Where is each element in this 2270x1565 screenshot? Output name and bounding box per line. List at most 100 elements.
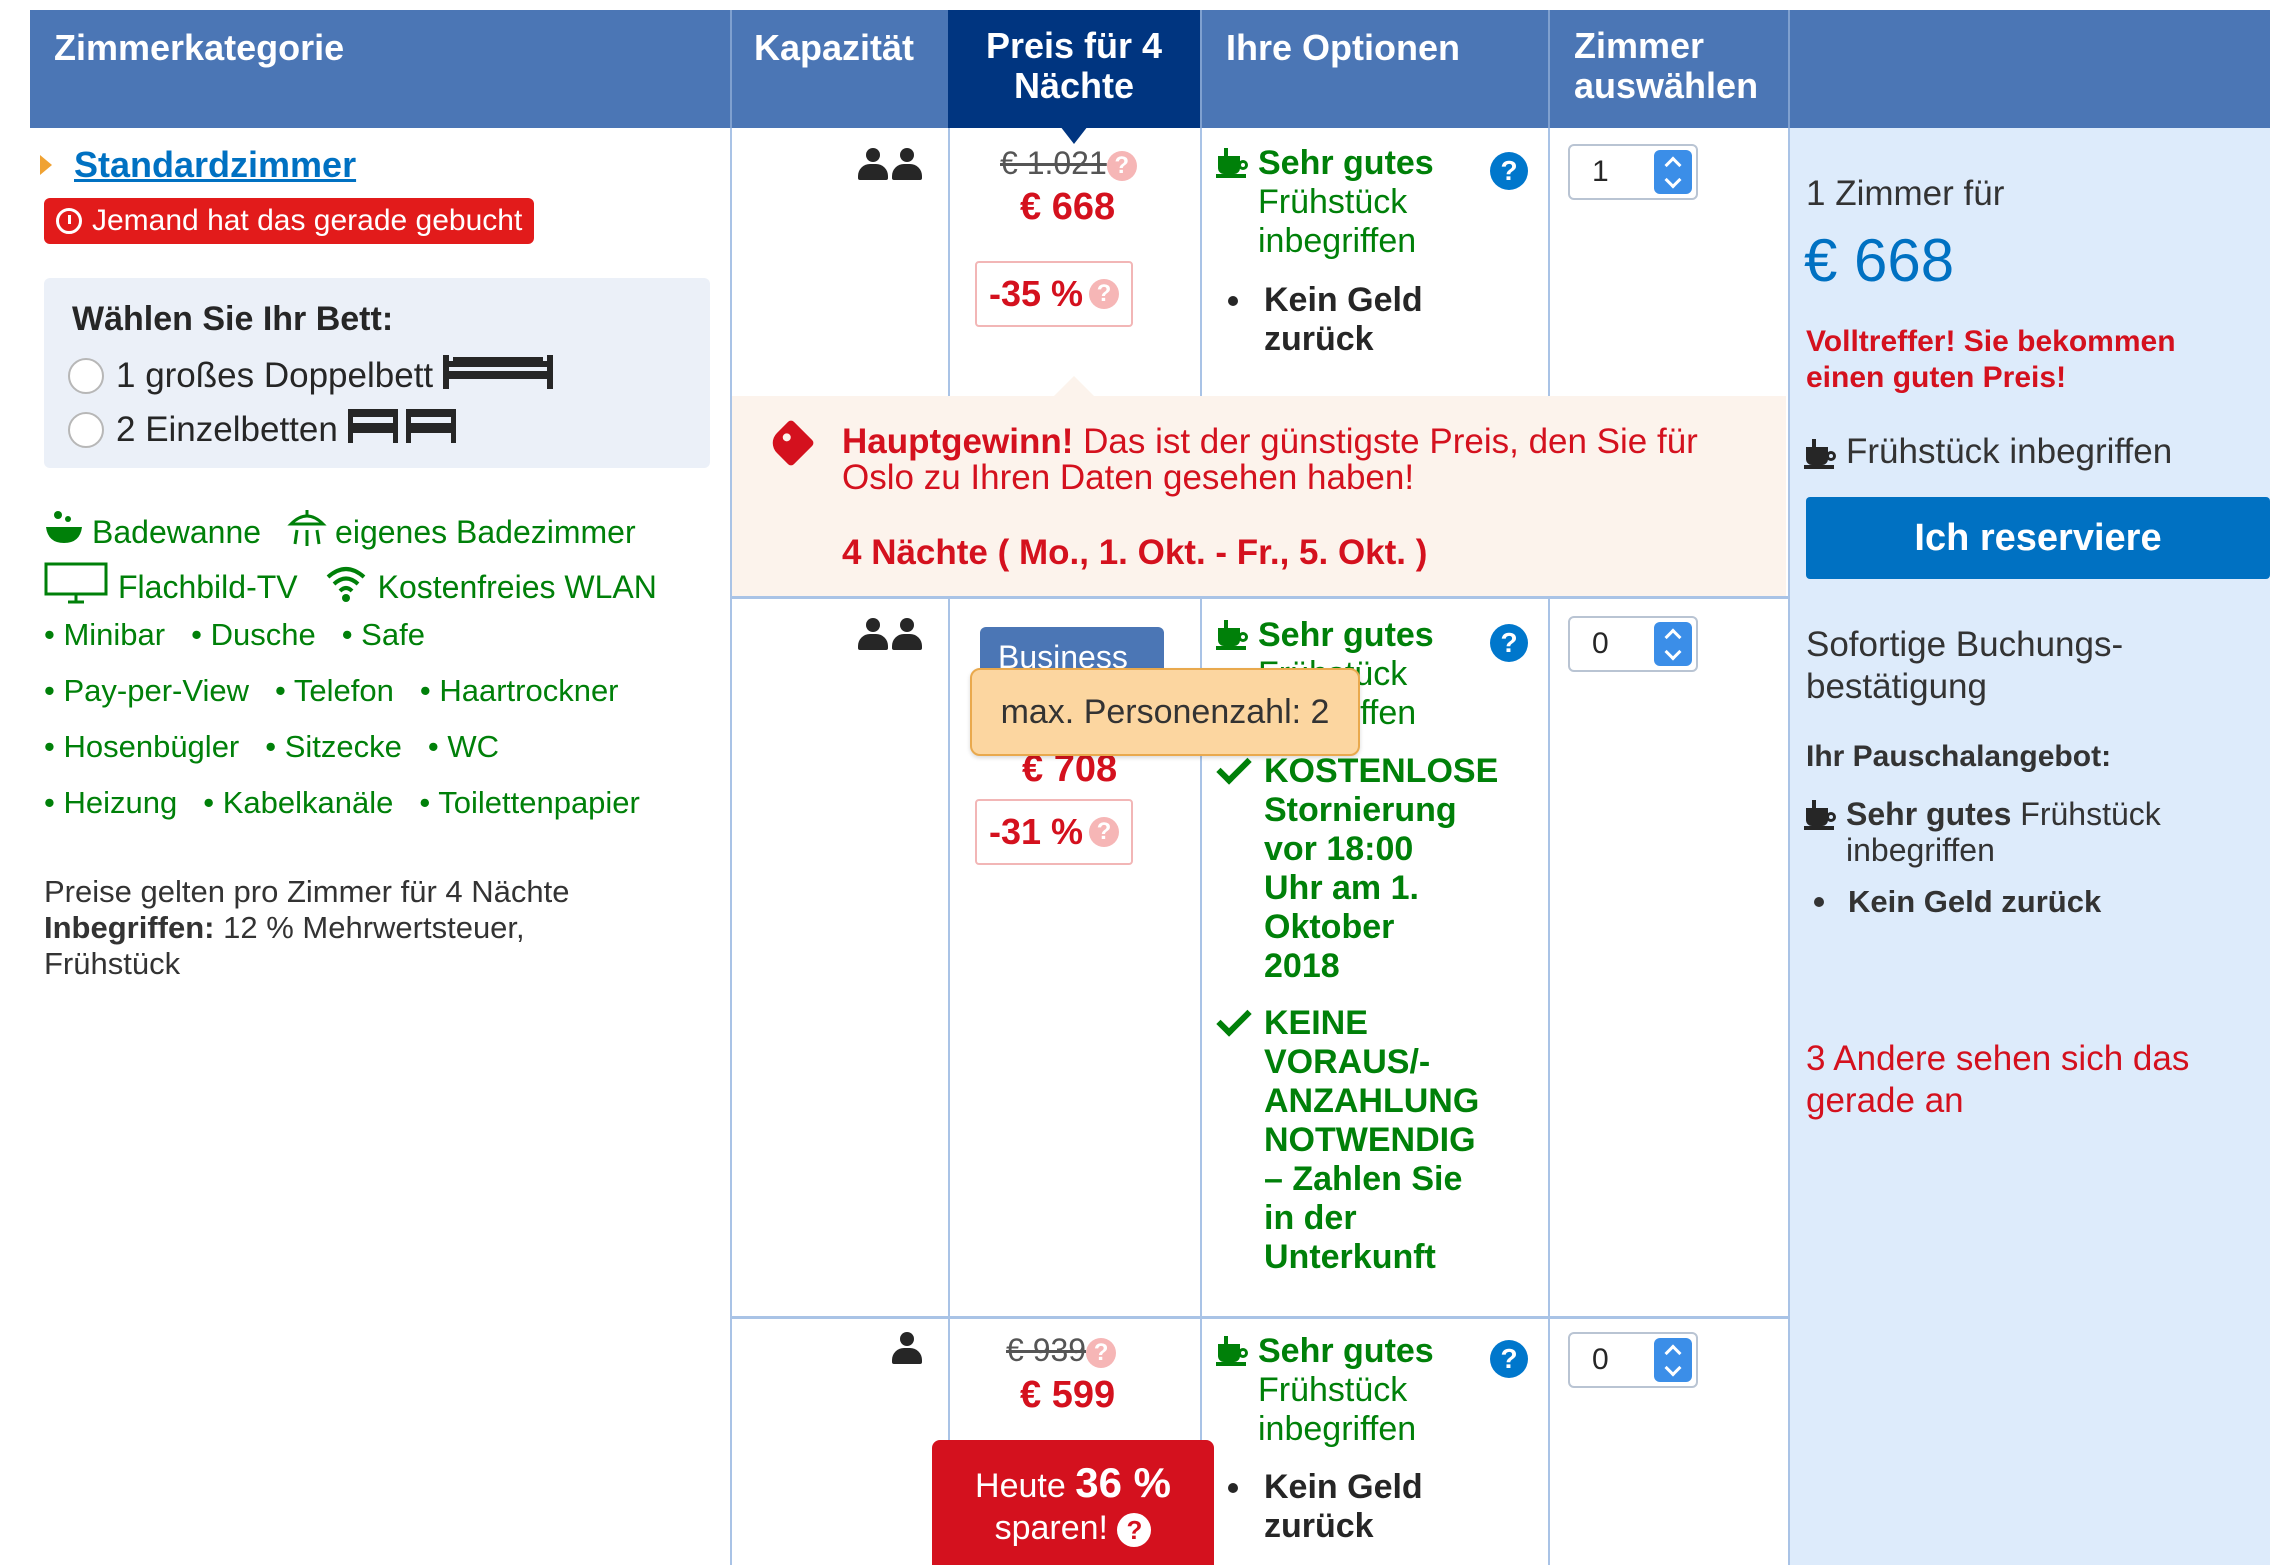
facility-item: Heizung bbox=[44, 785, 177, 841]
facility-item: Hosenbügler bbox=[44, 729, 239, 785]
bed-choice-box: Wählen Sie Ihr Bett: 1 großes Doppelbett… bbox=[44, 278, 710, 468]
current-price: € 668 bbox=[1020, 186, 1116, 228]
room-name-link[interactable]: Standardzimmer bbox=[74, 144, 356, 186]
help-icon[interactable]: ? bbox=[1490, 152, 1528, 190]
package-breakfast: Sehr gutes Frühstück inbegriffen bbox=[1804, 796, 2161, 868]
reserve-button[interactable]: Ich reserviere bbox=[1806, 497, 2270, 579]
room-title: Standardzimmer bbox=[40, 144, 356, 186]
room-quantity-select[interactable]: 1 bbox=[1568, 144, 1698, 200]
header-options: Ihre Optionen bbox=[1200, 10, 1548, 128]
facility-label: eigenes Badezimmer bbox=[335, 513, 636, 550]
summary-breakfast: Frühstück inbegriffen bbox=[1804, 432, 2173, 472]
facility-list: Minibar Dusche Safe Pay-per-View Telefon Haa… bbox=[44, 617, 666, 841]
facility-item: Sitzecke bbox=[265, 729, 402, 785]
price-info-icon[interactable]: ? bbox=[1106, 150, 1137, 181]
row-divider bbox=[730, 1316, 1788, 1319]
discount-value: -35 % bbox=[988, 273, 1084, 314]
discount-info-icon[interactable]: ? bbox=[1089, 279, 1120, 309]
room-quantity-select[interactable]: 0 bbox=[1568, 616, 1698, 672]
facility-item: Pay-per-View bbox=[44, 673, 249, 729]
instant-confirmation: Sofortige Buchungs-bestätigung bbox=[1806, 625, 2124, 706]
wifi-icon bbox=[324, 563, 368, 611]
coffee-cup-icon bbox=[1804, 800, 1836, 830]
included-value: 12 % Mehrwertsteuer, bbox=[223, 910, 525, 945]
facility-row: Flachbild-TV Kostenfreies WLAN bbox=[44, 562, 657, 612]
capacity-two-persons-icon bbox=[858, 618, 926, 657]
bed-option-label: 2 Einzelbetten bbox=[116, 410, 338, 449]
no-refund-option: Kein Geld zurück bbox=[1218, 281, 1423, 359]
header-select-rooms: Zimmer auswählen bbox=[1548, 10, 1788, 128]
radio-double-bed[interactable] bbox=[68, 358, 104, 394]
facility-label: Badewanne bbox=[92, 513, 262, 550]
others-viewing-notice: 3 Andere sehen sich das gerade an bbox=[1806, 1039, 2190, 1120]
current-price: € 599 bbox=[1020, 1374, 1116, 1416]
discount-info-icon[interactable]: ? bbox=[1089, 817, 1120, 847]
original-price: € 939? bbox=[1006, 1332, 1117, 1369]
row-divider bbox=[730, 596, 1788, 599]
alarm-clock-icon bbox=[56, 208, 82, 234]
promo-dates: 4 Nächte ( Mo., 1. Okt. - Fr., 5. Okt. ) bbox=[842, 533, 1428, 572]
shower-icon bbox=[287, 508, 327, 556]
price-info-icon[interactable]: ? bbox=[1086, 1337, 1117, 1368]
sale-info-icon[interactable]: ? bbox=[1117, 1513, 1152, 1548]
no-prepayment: KEINE VORAUS/- ANZAHLUNG NOTWENDIG – Zahlen … bbox=[1214, 1001, 1479, 1277]
sale-badge: Heute 36 % sparen! ? bbox=[932, 1440, 1214, 1565]
facility-item: Toilettenpapier bbox=[419, 785, 640, 841]
facility-item: Dusche bbox=[191, 617, 316, 673]
just-booked-text: Jemand hat das gerade gebucht bbox=[92, 204, 523, 237]
no-refund-option: Kein Geld zurück bbox=[1218, 1468, 1423, 1546]
help-icon[interactable]: ? bbox=[1490, 624, 1528, 662]
price-note-line: Preise gelten pro Zimmer für 4 Nächte bbox=[44, 874, 570, 909]
radio-twin-beds[interactable] bbox=[68, 412, 104, 448]
summary-price: € 668 bbox=[1804, 227, 1955, 294]
expand-triangle-icon bbox=[40, 155, 52, 175]
bathtub-icon bbox=[44, 509, 84, 555]
bed-choice-heading: Wählen Sie Ihr Bett: bbox=[72, 300, 394, 338]
promo-pointer bbox=[1052, 376, 1096, 398]
free-cancellation: KOSTENLOSE Stornierung vor 18:00 Uhr am 1. O… bbox=[1214, 749, 1498, 986]
breakfast-option: Sehr gutesFrühstückinbegriffen bbox=[1216, 1332, 1434, 1449]
sort-indicator-arrow bbox=[1060, 126, 1088, 144]
just-booked-badge: Jemand hat das gerade gebucht bbox=[44, 198, 535, 244]
tv-icon bbox=[44, 562, 108, 612]
capacity-one-person-icon bbox=[892, 1332, 926, 1371]
single-beds-icon bbox=[347, 408, 458, 452]
header-price[interactable]: Preis für 4 Nächte bbox=[948, 10, 1200, 128]
breakfast-option: Sehr gutesFrühstückinbegriffen bbox=[1216, 144, 1434, 261]
select-arrows-icon bbox=[1654, 150, 1692, 194]
package-no-refund: Kein Geld zurück bbox=[1806, 884, 2101, 920]
header-summary bbox=[1788, 10, 2270, 128]
included-label: Inbegriffen: bbox=[44, 910, 215, 945]
facility-item: Kabelkanäle bbox=[203, 785, 394, 841]
facility-item: Haartrockner bbox=[420, 673, 618, 729]
capacity-two-persons-icon bbox=[858, 148, 926, 187]
column-divider bbox=[948, 128, 950, 1565]
coffee-cup-icon bbox=[1216, 1336, 1248, 1366]
facility-label: Flachbild-TV bbox=[118, 568, 298, 605]
facility-item: Minibar bbox=[44, 617, 165, 673]
room-quantity-select[interactable]: 0 bbox=[1568, 1332, 1698, 1388]
summary-breakfast-label: Frühstück inbegriffen bbox=[1846, 432, 2173, 471]
room-table: Zimmerkategorie Kapazität Preis für 4 Näc… bbox=[0, 0, 2270, 1565]
summary-good-price: Volltreffer! Sie bekommen einen guten Pr… bbox=[1806, 325, 2176, 394]
checkmark-icon bbox=[1216, 749, 1252, 785]
help-icon[interactable]: ? bbox=[1490, 1340, 1528, 1378]
bed-option-double[interactable]: 1 großes Doppelbett bbox=[68, 349, 710, 403]
discount-box: -31 %? bbox=[975, 799, 1133, 865]
coffee-cup-icon bbox=[1216, 620, 1248, 650]
package-heading: Ihr Pauschalangebot: bbox=[1806, 740, 2112, 773]
price-note-line: Frühstück bbox=[44, 946, 181, 981]
bed-option-label: 1 großes Doppelbett bbox=[116, 356, 434, 395]
column-divider bbox=[1548, 128, 1550, 1565]
discount-box: -35 %? bbox=[975, 261, 1133, 327]
discount-value: -31 % bbox=[988, 811, 1084, 852]
header-room-category: Zimmerkategorie bbox=[30, 10, 730, 128]
facility-item: Telefon bbox=[275, 673, 394, 729]
select-arrows-icon bbox=[1654, 1338, 1692, 1382]
bed-option-twin[interactable]: 2 Einzelbetten bbox=[68, 403, 710, 457]
double-bed-icon bbox=[443, 354, 554, 398]
select-arrows-icon bbox=[1654, 622, 1692, 666]
promo-text: Hauptgewinn! Das ist der günstigste Prei… bbox=[842, 422, 1698, 497]
coffee-cup-icon bbox=[1804, 439, 1836, 469]
column-divider bbox=[1200, 128, 1202, 1565]
